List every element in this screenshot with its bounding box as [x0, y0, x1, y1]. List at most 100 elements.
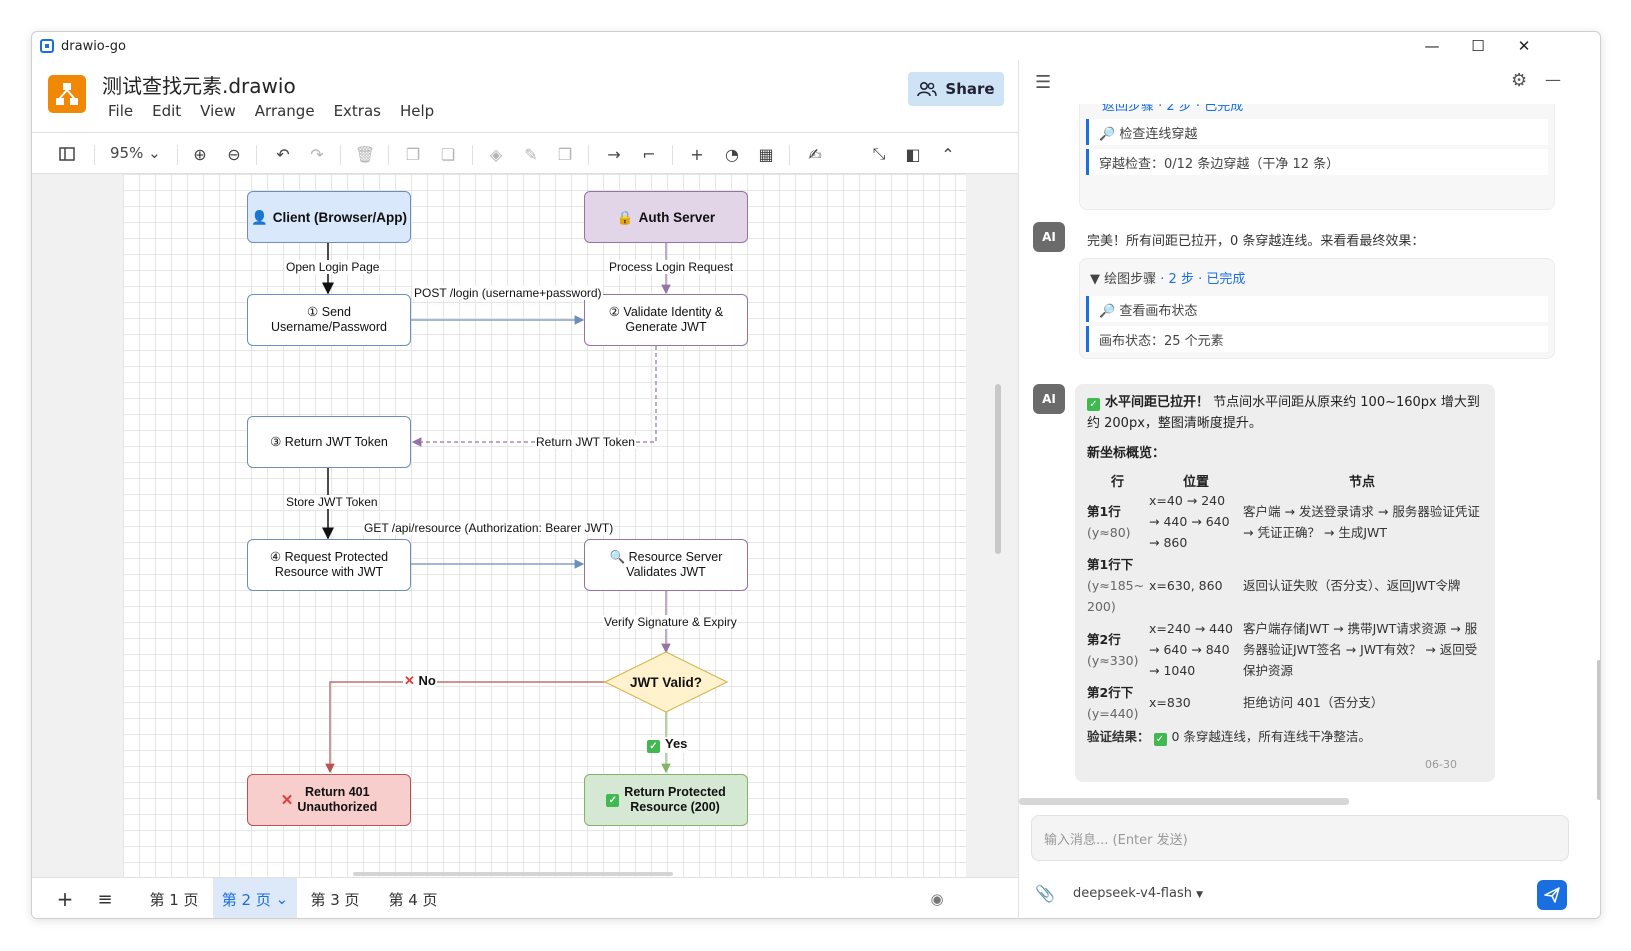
freehand-icon[interactable]: ✍	[804, 143, 826, 165]
chat-horizontal-scrollbar[interactable]	[1019, 798, 1349, 805]
chat-menu-icon[interactable]: ☰	[1035, 72, 1051, 93]
share-label: Share	[945, 80, 995, 98]
table-icon[interactable]: ▦	[755, 143, 777, 165]
connection-icon[interactable]: →	[603, 143, 625, 165]
fullscreen-icon[interactable]: ⤡	[868, 143, 890, 165]
menu-help[interactable]: Help	[400, 102, 434, 120]
collapse-icon[interactable]: ⌃	[937, 143, 959, 165]
collapse-panel-icon[interactable]: —	[1545, 70, 1561, 89]
tab-page-2[interactable]: 第 2 页 ⌄	[213, 878, 297, 918]
summary-lead: 水平间距已拉开！	[1105, 395, 1210, 410]
steps-card-2-header[interactable]: ▼ 绘图步骤 · 2 步 · 已完成	[1090, 268, 1245, 287]
shapes-icon[interactable]: ◔	[721, 143, 743, 165]
menu-view[interactable]: View	[200, 102, 236, 120]
node-return-200[interactable]: ✓ Return Protected Resource (200)	[584, 774, 748, 826]
model-select[interactable]: deepseek-v4-flash ▼	[1073, 886, 1203, 901]
document-title[interactable]: 测试查找元素.drawio	[102, 70, 296, 99]
steps-card-1-header[interactable]: 返回步骤 · 2 步 · 已完成	[1102, 104, 1243, 114]
redo-icon[interactable]: ↷	[306, 143, 328, 165]
menu-extras[interactable]: Extras	[334, 102, 381, 120]
zoom-in-icon[interactable]: ⊕	[189, 143, 211, 165]
to-front-icon[interactable]: ❐	[402, 143, 424, 165]
tab-page-4[interactable]: 第 4 页	[376, 878, 450, 918]
node-return-401[interactable]: ✕ Return 401 Unauthorized	[247, 774, 411, 826]
minimize-button[interactable]: —	[1409, 32, 1455, 60]
waypoints-icon[interactable]: ⌐	[638, 143, 660, 165]
line-color-icon[interactable]: ✎	[520, 143, 542, 165]
maximize-button[interactable]: ☐	[1455, 32, 1501, 60]
cross-icon: ✕	[280, 791, 294, 809]
format-panel-icon[interactable]	[56, 143, 78, 165]
no-text: No	[418, 673, 436, 688]
sidebar-toggle-icon[interactable]: ◧	[902, 143, 924, 165]
delete-icon[interactable]: 🗑	[354, 143, 376, 165]
send-button[interactable]	[1537, 880, 1567, 910]
tab-page-1[interactable]: 第 1 页	[137, 878, 211, 918]
verify-text: 0 条穿越连线，所有连线干净整洁。	[1171, 729, 1371, 744]
edge-label-verify: Verify Signature & Expiry	[603, 615, 738, 629]
diagram-canvas[interactable]: 👤 Client (Browser/App) 🔒 Auth Server ① Sen…	[123, 174, 966, 877]
undo-icon[interactable]: ↶	[272, 143, 294, 165]
node-request-resource[interactable]: ④ Request Protected Resource with JWT	[247, 539, 411, 591]
message-timestamp: 06-30	[1425, 758, 1457, 771]
table-row-4-label: 第2行下	[1087, 685, 1134, 700]
table-row-1-pos: x=40 → 240 → 440 → 640 → 860	[1149, 493, 1230, 550]
menu-edit[interactable]: Edit	[152, 102, 181, 120]
table-row-4-nodes: 拒绝访问 401（否分支）	[1243, 695, 1384, 710]
ai-avatar: AI	[1033, 384, 1065, 414]
tab-page-3[interactable]: 第 3 页	[298, 878, 372, 918]
node-validate-identity[interactable]: ② Validate Identity & Generate JWT	[584, 294, 748, 346]
share-button[interactable]: Share	[908, 72, 1004, 106]
pages-menu-icon[interactable]: ≡	[92, 878, 118, 918]
shadow-icon[interactable]: ❒	[554, 143, 576, 165]
edge-label-store-jwt: Store JWT Token	[285, 495, 379, 509]
menu-file[interactable]: File	[108, 102, 133, 120]
attach-paperclip-icon[interactable]: 📎	[1035, 884, 1055, 903]
edge-label-open-login: Open Login Page	[285, 260, 381, 274]
menu-arrange[interactable]: Arrange	[255, 102, 315, 120]
chat-messages: 返回步骤 · 2 步 · 已完成 🔎 检查连线穿越 穿越检查：0/12 条边穿越…	[1019, 104, 1600, 798]
user-icon: 👤	[250, 209, 268, 225]
table-row-2-label: 第1行下	[1087, 557, 1134, 572]
edge-label-process-login: Process Login Request	[608, 260, 735, 274]
node-jwt-valid-label: JWT Valid?	[629, 674, 702, 690]
fill-color-icon[interactable]: ◈	[485, 143, 507, 165]
node-401-label: Return 401 Unauthorized	[297, 785, 378, 814]
vertical-scrollbar[interactable]	[995, 384, 1001, 554]
node-auth-server[interactable]: 🔒 Auth Server	[584, 191, 748, 243]
steps-card-2: ▼ 绘图步骤 · 2 步 · 已完成 🔎 查看画布状态 画布状态：25 个元素	[1079, 258, 1555, 359]
drawio-editor: 测试查找元素.drawio File Edit View Arrange Ext…	[32, 60, 1018, 918]
message-input[interactable]: 输入消息... (Enter 发送)	[1031, 815, 1569, 861]
node-send-credentials[interactable]: ① Send Username/Password	[247, 294, 411, 346]
app-icon	[40, 39, 54, 53]
step-view-canvas: 🔎 查看画布状态	[1086, 296, 1548, 322]
table-row-3-sub: (y≈330)	[1087, 653, 1139, 668]
send-icon	[1544, 887, 1560, 903]
github-icon[interactable]: ◉	[924, 878, 950, 918]
horizontal-scrollbar[interactable]	[353, 872, 673, 876]
edge-no[interactable]	[325, 681, 605, 774]
chat-vertical-scrollbar[interactable]	[1597, 660, 1600, 800]
lock-icon: 🔒	[616, 209, 634, 225]
table-row-4-sub: (y=440)	[1087, 706, 1139, 721]
edge-return-jwt[interactable]	[411, 346, 657, 447]
ai-message-1: 完美！所有间距已拉开，0 条穿越连线。来看看最终效果：	[1087, 234, 1425, 249]
close-button[interactable]: ✕	[1501, 32, 1547, 60]
node-return-token[interactable]: ③ Return JWT Token	[247, 416, 411, 468]
verify-result: 验证结果： ✓ 0 条穿越连线，所有连线干净整洁。	[1087, 726, 1487, 747]
add-page-icon[interactable]: +	[52, 878, 78, 918]
table-row-2-nodes: 返回认证失败（否分支）、返回JWT令牌	[1243, 578, 1461, 593]
to-back-icon[interactable]: ❏	[437, 143, 459, 165]
node-200-label: Return Protected Resource (200)	[624, 785, 726, 814]
node-resource-server[interactable]: 🔍 Resource Server Validates JWT	[584, 539, 748, 591]
canvas-area[interactable]: 👤 Client (Browser/App) 🔒 Auth Server ① Sen…	[32, 174, 1018, 877]
page-tabs-bar: + ≡ 第 1 页 第 2 页 ⌄ 第 3 页 第 4 页 ◉	[32, 877, 1018, 918]
cross-icon: ✕	[404, 673, 415, 688]
node-client[interactable]: 👤 Client (Browser/App)	[247, 191, 411, 243]
insert-icon[interactable]: +	[686, 143, 708, 165]
table-row-1-nodes: 客户端 → 发送登录请求 → 服务器验证凭证 → 凭证正确？ → 生成JWT	[1243, 504, 1480, 540]
summary-paragraph: ✓ 水平间距已拉开！ 节点间水平间距从原来约 100~160px 增大到约 200…	[1087, 392, 1487, 434]
settings-gear-icon[interactable]: ⚙	[1511, 70, 1527, 91]
zoom-select[interactable]: 95% ⌄	[110, 144, 161, 162]
zoom-out-icon[interactable]: ⊖	[223, 143, 245, 165]
